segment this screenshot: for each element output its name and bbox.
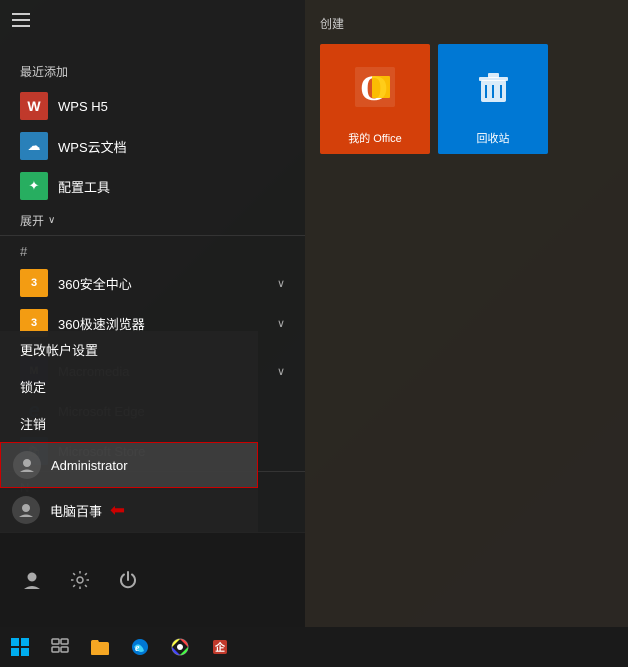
macromedia-chevron: ∨ xyxy=(277,365,285,378)
user-diannao-baike[interactable]: 电脑百事 ⬅ xyxy=(0,488,258,532)
tiles-grid: O 我的 Office xyxy=(320,44,613,154)
expand-label: 展开 xyxy=(20,212,44,229)
user-popup: 更改帐户设置 锁定 注销 Administrator xyxy=(0,331,258,532)
left-panel: 最近添加 W WPS H5 ☁ WPS云文档 xyxy=(0,0,305,627)
config-icon: ✦ xyxy=(20,172,48,200)
wps-cloud-label: WPS云文档 xyxy=(58,137,127,156)
app-item-config[interactable]: ✦ 配置工具 xyxy=(0,166,305,206)
browser-taskbar-icon: e xyxy=(130,637,150,657)
user-account-button[interactable] xyxy=(8,556,56,604)
360-browser-chevron: ∨ xyxy=(277,317,285,330)
recycle-tile-label: 回收站 xyxy=(477,130,510,146)
app-item-wps-h5[interactable]: W WPS H5 xyxy=(0,86,305,126)
recycle-bin-icon xyxy=(471,65,516,110)
recent-section-title: 最近添加 xyxy=(0,55,305,86)
wps-cloud-icon: ☁ xyxy=(20,132,48,160)
app-item-wps-cloud[interactable]: ☁ WPS云文档 xyxy=(0,126,305,166)
browser-button[interactable]: e xyxy=(120,627,160,667)
settings-button[interactable] xyxy=(56,556,104,604)
lock-item[interactable]: 锁定 xyxy=(0,368,258,405)
task-view-button[interactable] xyxy=(40,627,80,667)
power-button[interactable] xyxy=(104,556,152,604)
task-view-icon xyxy=(51,638,69,656)
taskbar: e 企 xyxy=(0,627,628,667)
wps-h5-label: WPS H5 xyxy=(58,99,108,114)
color-app-button[interactable] xyxy=(160,627,200,667)
windows-logo-icon xyxy=(11,638,29,656)
expand-arrow-icon: ∨ xyxy=(48,215,55,226)
svg-text:企: 企 xyxy=(214,641,226,654)
right-panel: 创建 O 我的 Office xyxy=(305,0,628,627)
360-security-label: 360安全中心 xyxy=(58,274,132,293)
desktop: 最近添加 W WPS H5 ☁ WPS云文档 xyxy=(0,0,628,667)
start-button[interactable] xyxy=(0,627,40,667)
hamburger-button[interactable] xyxy=(12,13,30,32)
extra-app-button[interactable]: 企 xyxy=(200,627,240,667)
sign-out-item[interactable]: 注销 xyxy=(0,405,258,442)
diannao-baike-label: 电脑百事 xyxy=(50,501,102,520)
office-logo-icon: O xyxy=(350,62,400,112)
extra-app-icon: 企 xyxy=(210,637,230,657)
change-account-item[interactable]: 更改帐户设置 xyxy=(0,331,258,368)
svg-text:e: e xyxy=(135,643,140,654)
administrator-avatar xyxy=(13,451,41,479)
wps-h5-icon: W xyxy=(20,92,48,120)
administrator-label: Administrator xyxy=(51,458,128,473)
tile-recycle[interactable]: 回收站 xyxy=(438,44,548,154)
360-browser-label: 360极速浏览器 xyxy=(58,314,145,333)
user-administrator[interactable]: Administrator xyxy=(0,442,258,488)
color-app-icon xyxy=(170,637,190,657)
switch-user-arrow-icon: ⬅ xyxy=(110,500,125,521)
diannao-baike-avatar xyxy=(12,496,40,524)
expand-button[interactable]: 展开 ∨ xyxy=(0,206,305,235)
config-label: 配置工具 xyxy=(58,177,110,196)
360-security-chevron: ∨ xyxy=(277,277,285,290)
360-security-icon: 3 xyxy=(20,269,48,297)
section-hash: # xyxy=(0,235,305,263)
tiles-header: 创建 xyxy=(320,15,613,32)
start-menu: 最近添加 W WPS H5 ☁ WPS云文档 xyxy=(0,0,628,627)
folder-icon xyxy=(90,638,110,656)
left-bottom-bar xyxy=(0,532,305,627)
tile-office[interactable]: O 我的 Office xyxy=(320,44,430,154)
office-tile-label: 我的 Office xyxy=(348,130,402,146)
app-item-360-security[interactable]: 3 360安全中心 ∨ xyxy=(0,263,305,303)
file-explorer-button[interactable] xyxy=(80,627,120,667)
